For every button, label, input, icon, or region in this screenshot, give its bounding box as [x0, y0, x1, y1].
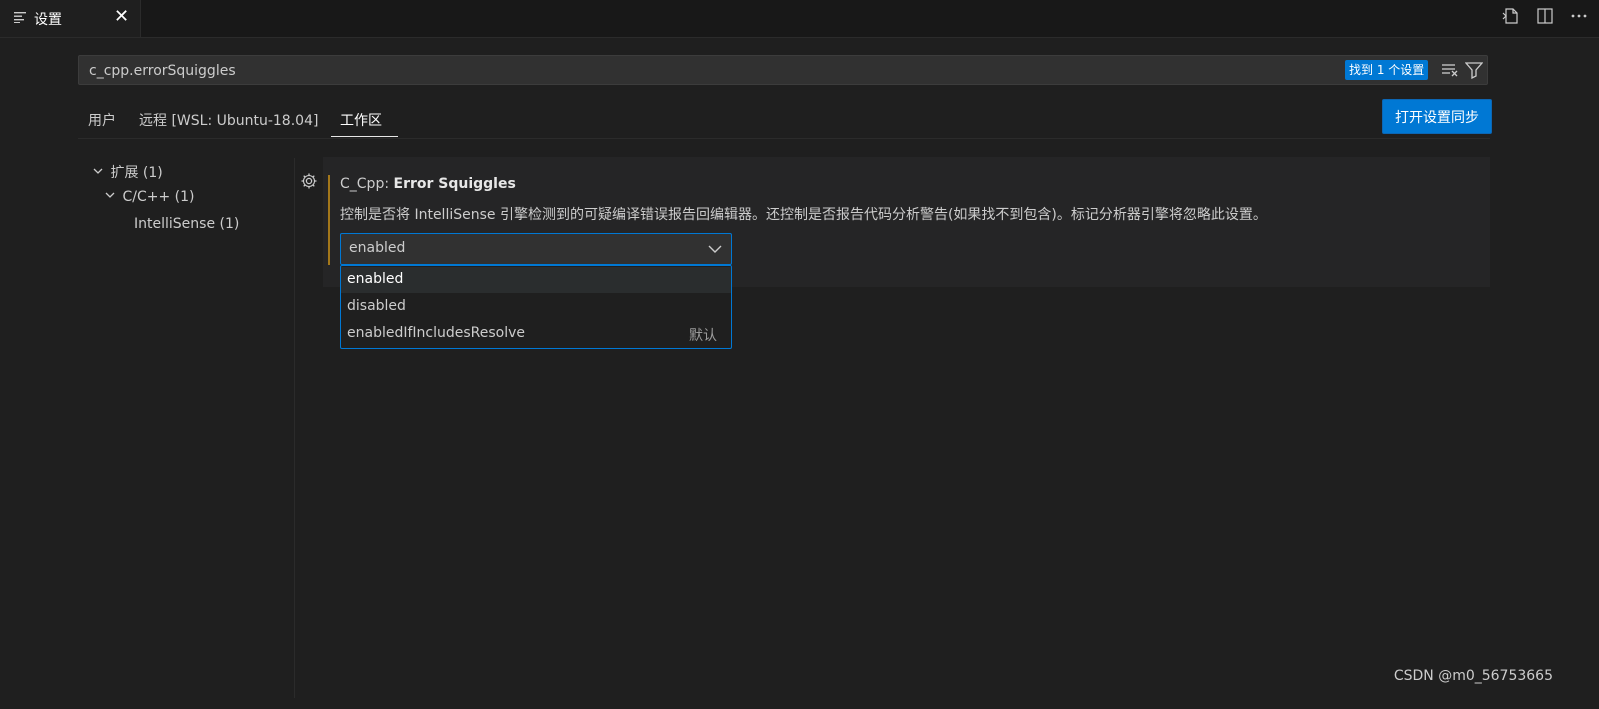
option-enabled[interactable]: enabled [341, 267, 731, 293]
toc-item-label: 扩展 (1) [110, 165, 163, 181]
select-current-value: enabled [349, 240, 406, 256]
gear-icon[interactable] [300, 172, 318, 190]
chevron-down-icon [104, 189, 118, 205]
select-options-dropdown: enabled disabled enabledIfIncludesResolv… [340, 265, 732, 349]
toc-item-cpp[interactable]: C/C++ (1) [104, 189, 194, 205]
option-disabled[interactable]: disabled [341, 294, 731, 320]
watermark: CSDN @m0_56753665 [1393, 668, 1553, 684]
toc-item-extensions[interactable]: 扩展 (1) [92, 162, 163, 182]
settings-search-input[interactable] [87, 60, 1331, 82]
active-tab-indicator [331, 136, 398, 137]
setting-category: C_Cpp: [340, 176, 394, 192]
default-tag: 默认 [689, 328, 717, 344]
settings-toc: 扩展 (1) C/C++ (1) IntelliSense (1) [78, 158, 294, 698]
settings-file-icon [14, 12, 26, 23]
editor-tab-bar: 设置 ✕ [0, 0, 1599, 38]
modified-indicator [328, 175, 330, 265]
tab-user-scope[interactable]: 用户 [88, 110, 116, 130]
tab-remote-scope[interactable]: 远程 [WSL: Ubuntu-18.04] [139, 110, 318, 130]
tab-workspace-scope[interactable]: 工作区 [340, 110, 382, 130]
setting-name: Error Squiggles [393, 176, 516, 192]
error-squiggles-select[interactable]: enabled [340, 233, 732, 265]
tab-title: 设置 [34, 12, 62, 28]
toc-item-intellisense[interactable]: IntelliSense (1) [134, 216, 239, 232]
settings-tab[interactable]: 设置 ✕ [0, 0, 141, 37]
toc-divider [294, 158, 295, 698]
settings-scope-tabs: 用户 远程 [WSL: Ubuntu-18.04] 工作区 [78, 100, 1490, 139]
setting-title: C_Cpp: Error Squiggles [340, 176, 516, 192]
chevron-down-icon [92, 165, 106, 181]
option-label: disabled [347, 298, 406, 314]
more-actions-icon[interactable] [1569, 6, 1589, 26]
setting-description: 控制是否将 IntelliSense 引擎检测到的可疑编译错误报告回编辑器。还控… [340, 207, 1267, 223]
close-tab-icon[interactable]: ✕ [114, 6, 129, 27]
toc-item-label: IntelliSense (1) [134, 216, 240, 232]
turn-on-settings-sync-button[interactable]: 打开设置同步 [1382, 99, 1492, 134]
open-settings-json-icon[interactable] [1501, 6, 1521, 26]
filter-icon[interactable] [1465, 61, 1483, 79]
chevron-down-icon [708, 245, 722, 253]
clear-search-icon[interactable] [1441, 61, 1459, 79]
settings-search-box: 找到 1 个设置 [78, 55, 1488, 85]
option-label: enabled [347, 271, 404, 287]
split-editor-icon[interactable] [1535, 6, 1555, 26]
toc-item-label: C/C++ (1) [122, 189, 195, 205]
option-enabled-if-includes-resolve[interactable]: enabledIfIncludesResolve 默认 [341, 321, 731, 347]
option-label: enabledIfIncludesResolve [347, 325, 526, 341]
search-result-count-badge: 找到 1 个设置 [1345, 60, 1429, 80]
